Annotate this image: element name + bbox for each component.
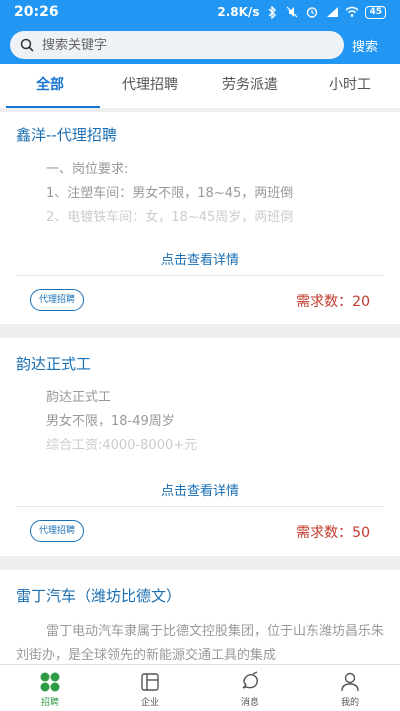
- search-icon: [20, 38, 34, 52]
- job-description: 一、岗位要求: 1、注塑车间：男女不限，18~45，两班倒 2、电镀铁车间：女，…: [46, 162, 294, 225]
- nav-recruit[interactable]: 招聘: [0, 665, 100, 711]
- job-title: 鑫洋--代理招聘: [16, 126, 117, 144]
- job-card[interactable]: 鑫洋--代理招聘 一、岗位要求: 1、注塑车间：男女不限，18~45，两班倒 2…: [0, 112, 400, 324]
- job-description: 雷丁电动汽车隶属于比德文控股集团，位于山东潍坊昌乐朱刘街办，是全球领先的新能源交…: [16, 624, 385, 663]
- network-speed: 2.8K/s: [217, 5, 260, 19]
- message-icon: [242, 671, 258, 689]
- search-button[interactable]: 搜索: [352, 36, 378, 55]
- search-input[interactable]: [42, 37, 322, 53]
- search-bar[interactable]: [10, 31, 344, 59]
- nav-profile[interactable]: 我的: [300, 665, 400, 711]
- divider: [16, 506, 384, 507]
- tab-agency-recruit[interactable]: 代理招聘: [100, 64, 200, 108]
- view-details-link[interactable]: 点击查看详情: [0, 249, 400, 268]
- demand-count: 需求数：50: [296, 525, 370, 541]
- tab-labor-dispatch[interactable]: 劳务派遣: [200, 64, 300, 108]
- job-card[interactable]: 韵达正式工 韵达正式工 男女不限，18-49周岁 综合工资:4000-8000+…: [0, 338, 400, 556]
- divider: [16, 275, 384, 276]
- tab-hourly-work[interactable]: 小时工: [300, 64, 400, 108]
- signal-icon: [325, 5, 339, 19]
- tab-all[interactable]: 全部: [0, 64, 100, 108]
- job-card[interactable]: 雷丁汽车（潍坊比德文） 雷丁电动汽车隶属于比德文控股集团，位于山东潍坊昌乐朱刘街…: [0, 570, 400, 664]
- person-icon: [341, 672, 359, 692]
- status-time: 20:26: [14, 4, 59, 20]
- building-icon: [141, 673, 159, 691]
- wifi-icon: [345, 5, 359, 19]
- bottom-navigation: 招聘 企业 消息 我的: [0, 664, 400, 711]
- category-tabs: 全部 代理招聘 劳务派遣 小时工: [0, 64, 400, 108]
- status-bar: 20:26 2.8K/s 45: [0, 0, 400, 26]
- app-header: 20:26 2.8K/s 45 搜索: [0, 0, 400, 64]
- nav-company[interactable]: 企业: [100, 665, 200, 711]
- job-title: 雷丁汽车（潍坊比德文）: [16, 587, 182, 605]
- grid-icon: [40, 672, 60, 692]
- bluetooth-icon: [265, 5, 279, 19]
- job-title: 韵达正式工: [16, 355, 92, 373]
- job-description: 韵达正式工 男女不限，18-49周岁 综合工资:4000-8000+元: [46, 390, 198, 453]
- mute-icon: [285, 5, 299, 19]
- demand-count: 需求数：20: [296, 294, 370, 310]
- view-details-link[interactable]: 点击查看详情: [0, 480, 400, 499]
- battery-indicator: 45: [365, 5, 386, 19]
- category-badge: 代理招聘: [30, 289, 85, 311]
- nav-messages[interactable]: 消息: [200, 665, 300, 711]
- alarm-icon: [305, 5, 319, 19]
- category-badge: 代理招聘: [30, 520, 85, 542]
